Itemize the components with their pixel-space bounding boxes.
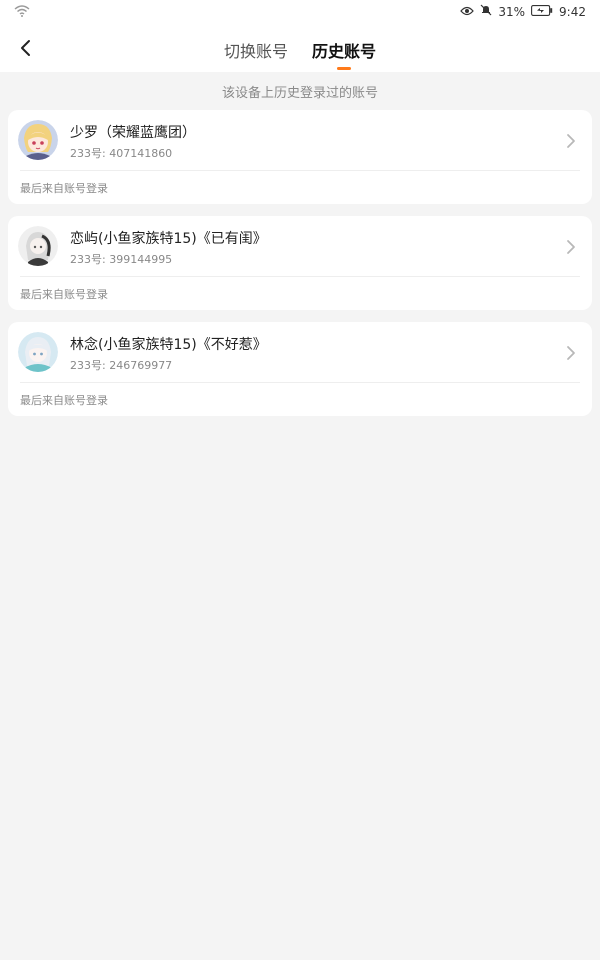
mute-bell-icon	[480, 4, 492, 19]
status-bar: 31% 9:42	[0, 0, 600, 24]
chevron-left-icon	[21, 40, 30, 56]
chevron-right-icon[interactable]	[564, 131, 578, 151]
tab-history-account[interactable]: 历史账号	[312, 38, 376, 62]
account-name: 少罗（荣耀蓝鹰团）	[70, 125, 196, 141]
last-login-note: 最后来自账号登录	[20, 182, 108, 195]
account-id: 233号: 407141860	[70, 147, 173, 160]
back-button[interactable]	[14, 36, 38, 60]
account-id: 233号: 399144995	[70, 253, 173, 266]
account-name: 恋屿(小鱼家族特15)《已有闺》	[70, 231, 267, 247]
avatar	[18, 226, 58, 266]
account-id: 233号: 246769977	[70, 359, 173, 372]
account-name: 林念(小鱼家族特15)《不好惹》	[70, 337, 267, 353]
chevron-right-icon[interactable]	[564, 343, 578, 363]
page-subtitle: 该设备上历史登录过的账号	[221, 86, 378, 101]
active-tab-indicator	[337, 67, 351, 70]
account-card[interactable]: 恋屿(小鱼家族特15)《已有闺》 233号: 399144995 最后来自账号登…	[8, 216, 592, 310]
clock: 9:42	[559, 4, 586, 19]
avatar	[18, 332, 58, 372]
chevron-right-icon[interactable]	[564, 237, 578, 257]
battery-percent: 31%	[498, 4, 526, 19]
eye-icon	[460, 5, 475, 19]
account-card[interactable]: 少罗（荣耀蓝鹰团） 233号: 407141860 最后来自账号登录	[8, 110, 592, 204]
account-card[interactable]: 林念(小鱼家族特15)《不好惹》 233号: 246769977 最后来自账号登…	[8, 322, 592, 416]
header: 切换账号 历史账号	[0, 24, 600, 72]
divider	[20, 170, 580, 171]
last-login-note: 最后来自账号登录	[20, 288, 108, 301]
last-login-note: 最后来自账号登录	[20, 394, 108, 407]
account-list: 少罗（荣耀蓝鹰团） 233号: 407141860 最后来自账号登录 恋屿(小鱼…	[8, 110, 592, 428]
tab-switch-account[interactable]: 切换账号	[224, 38, 288, 62]
divider	[20, 382, 580, 383]
divider	[20, 276, 580, 277]
wifi-icon	[14, 5, 30, 20]
battery-icon	[531, 4, 553, 19]
avatar	[18, 120, 58, 160]
